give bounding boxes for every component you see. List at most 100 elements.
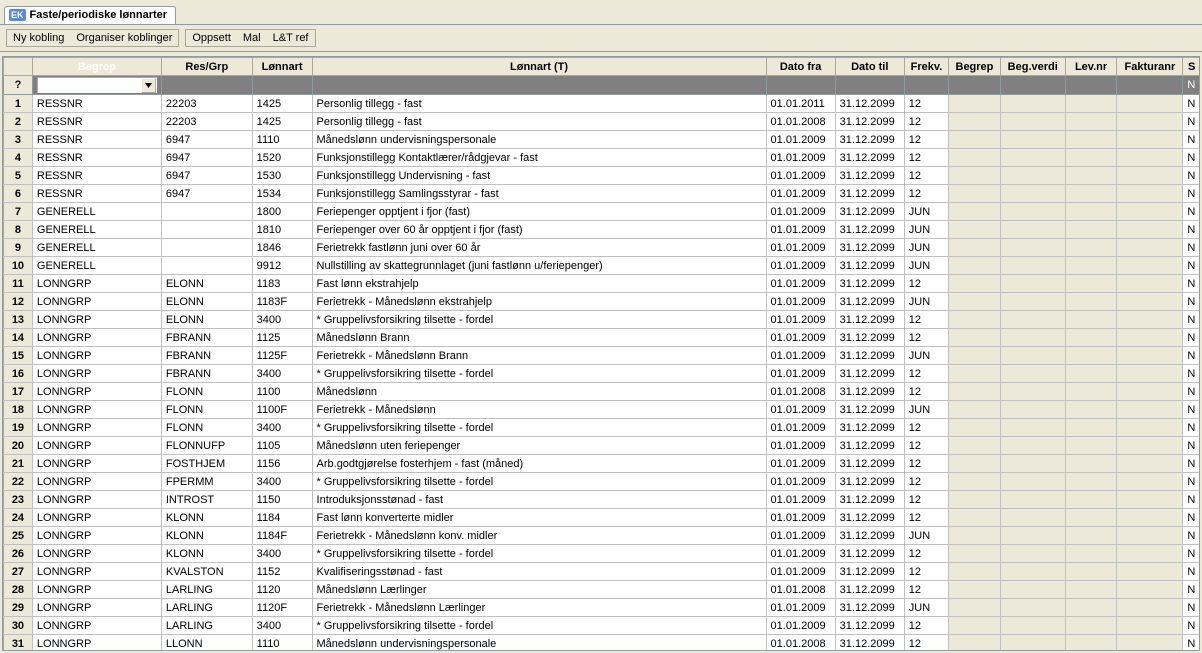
cell-levnr[interactable] [1065, 437, 1117, 455]
cell-resgrp[interactable]: ELONN [161, 275, 252, 293]
cell-begrep2[interactable] [949, 473, 1001, 491]
cell-lonnart[interactable]: 1150 [252, 491, 312, 509]
cell-lonnart-t[interactable]: Introduksjonsstønad - fast [312, 491, 766, 509]
cell-levnr[interactable] [1065, 527, 1117, 545]
cell-datofra[interactable]: 01.01.2009 [766, 239, 835, 257]
cell-lonnart[interactable]: 1125 [252, 329, 312, 347]
cell-fakturanr[interactable] [1117, 473, 1183, 491]
table-row[interactable]: 1RESSNR222031425Personlig tillegg - fast… [4, 95, 1201, 113]
cell-begrep2[interactable] [949, 581, 1001, 599]
row-number[interactable]: 6 [4, 185, 33, 203]
cell-begverdi[interactable] [1000, 275, 1065, 293]
cell-begrep2[interactable] [949, 257, 1001, 275]
cell-fakturanr[interactable] [1117, 293, 1183, 311]
cell-begrep2[interactable] [949, 95, 1001, 113]
cell-begverdi[interactable] [1000, 131, 1065, 149]
cell-begrep[interactable]: LONNGRP [32, 635, 161, 652]
filter-datofra[interactable] [766, 76, 835, 95]
cell-frekv[interactable]: 12 [904, 437, 948, 455]
cell-datofra[interactable]: 01.01.2009 [766, 257, 835, 275]
cell-begrep[interactable]: LONNGRP [32, 455, 161, 473]
table-row[interactable]: 23LONNGRPINTROST1150Introduksjonsstønad … [4, 491, 1201, 509]
filter-lonnart[interactable] [252, 76, 312, 95]
cell-begrep[interactable]: GENERELL [32, 257, 161, 275]
cell-s[interactable]: N [1183, 383, 1200, 401]
cell-datofra[interactable]: 01.01.2009 [766, 221, 835, 239]
table-row[interactable]: 27LONNGRPKVALSTON1152Kvalifiseringsstøna… [4, 563, 1201, 581]
cell-frekv[interactable]: JUN [904, 527, 948, 545]
cell-begverdi[interactable] [1000, 365, 1065, 383]
cell-datotil[interactable]: 31.12.2099 [835, 617, 904, 635]
cell-begrep2[interactable] [949, 455, 1001, 473]
cell-fakturanr[interactable] [1117, 635, 1183, 652]
cell-resgrp[interactable]: FPERMM [161, 473, 252, 491]
cell-resgrp[interactable]: FLONNUFP [161, 437, 252, 455]
col-s[interactable]: S [1183, 58, 1200, 76]
col-lonnart[interactable]: Lønnart [252, 58, 312, 76]
cell-datofra[interactable]: 01.01.2008 [766, 635, 835, 652]
cell-begrep2[interactable] [949, 347, 1001, 365]
cell-lonnart[interactable]: 1810 [252, 221, 312, 239]
row-number[interactable]: 8 [4, 221, 33, 239]
cell-lonnart[interactable]: 1184F [252, 527, 312, 545]
cell-s[interactable]: N [1183, 617, 1200, 635]
cell-datofra[interactable]: 01.01.2009 [766, 455, 835, 473]
cell-frekv[interactable]: 12 [904, 491, 948, 509]
table-row[interactable]: 17LONNGRPFLONN1100Månedslønn01.01.200831… [4, 383, 1201, 401]
cell-begverdi[interactable] [1000, 455, 1065, 473]
cell-datotil[interactable]: 31.12.2099 [835, 221, 904, 239]
tool-mal[interactable]: Mal [237, 30, 267, 46]
cell-fakturanr[interactable] [1117, 149, 1183, 167]
cell-lonnart[interactable]: 1534 [252, 185, 312, 203]
cell-levnr[interactable] [1065, 311, 1117, 329]
cell-levnr[interactable] [1065, 221, 1117, 239]
cell-begverdi[interactable] [1000, 347, 1065, 365]
cell-datotil[interactable]: 31.12.2099 [835, 419, 904, 437]
table-row[interactable]: 13LONNGRPELONN3400* Gruppelivsforsikring… [4, 311, 1201, 329]
row-number[interactable]: 16 [4, 365, 33, 383]
cell-lonnart[interactable]: 1100 [252, 383, 312, 401]
tool-oppsett[interactable]: Oppsett [186, 30, 237, 46]
cell-levnr[interactable] [1065, 383, 1117, 401]
cell-resgrp[interactable]: KLONN [161, 527, 252, 545]
cell-levnr[interactable] [1065, 275, 1117, 293]
cell-fakturanr[interactable] [1117, 545, 1183, 563]
row-number[interactable]: 20 [4, 437, 33, 455]
cell-begverdi[interactable] [1000, 617, 1065, 635]
row-number[interactable]: 30 [4, 617, 33, 635]
cell-s[interactable]: N [1183, 329, 1200, 347]
cell-begverdi[interactable] [1000, 383, 1065, 401]
cell-begrep[interactable]: LONNGRP [32, 401, 161, 419]
cell-levnr[interactable] [1065, 365, 1117, 383]
cell-levnr[interactable] [1065, 149, 1117, 167]
cell-lonnart-t[interactable]: Månedslønn Lærlinger [312, 581, 766, 599]
cell-levnr[interactable] [1065, 419, 1117, 437]
cell-s[interactable]: N [1183, 239, 1200, 257]
filter-frekv[interactable] [904, 76, 948, 95]
table-row[interactable]: 16LONNGRPFBRANN3400* Gruppelivsforsikrin… [4, 365, 1201, 383]
cell-datofra[interactable]: 01.01.2009 [766, 149, 835, 167]
cell-frekv[interactable]: 12 [904, 185, 948, 203]
cell-resgrp[interactable]: INTROST [161, 491, 252, 509]
cell-fakturanr[interactable] [1117, 167, 1183, 185]
cell-lonnart[interactable]: 1125F [252, 347, 312, 365]
cell-frekv[interactable]: JUN [904, 239, 948, 257]
cell-levnr[interactable] [1065, 257, 1117, 275]
cell-fakturanr[interactable] [1117, 329, 1183, 347]
table-row[interactable]: 31LONNGRPLLONN1110Månedslønn undervisnin… [4, 635, 1201, 652]
row-number[interactable]: 21 [4, 455, 33, 473]
cell-begrep2[interactable] [949, 617, 1001, 635]
cell-datofra[interactable]: 01.01.2009 [766, 203, 835, 221]
cell-fakturanr[interactable] [1117, 491, 1183, 509]
cell-frekv[interactable]: 12 [904, 131, 948, 149]
cell-frekv[interactable]: 12 [904, 95, 948, 113]
cell-datotil[interactable]: 31.12.2099 [835, 563, 904, 581]
cell-lonnart-t[interactable]: * Gruppelivsforsikring tilsette - fordel [312, 419, 766, 437]
cell-s[interactable]: N [1183, 203, 1200, 221]
cell-frekv[interactable]: 12 [904, 329, 948, 347]
row-number[interactable]: 3 [4, 131, 33, 149]
table-row[interactable]: 4RESSNR69471520Funksjonstillegg Kontaktl… [4, 149, 1201, 167]
cell-lonnart[interactable]: 1183F [252, 293, 312, 311]
cell-begrep[interactable]: GENERELL [32, 239, 161, 257]
cell-begrep2[interactable] [949, 185, 1001, 203]
